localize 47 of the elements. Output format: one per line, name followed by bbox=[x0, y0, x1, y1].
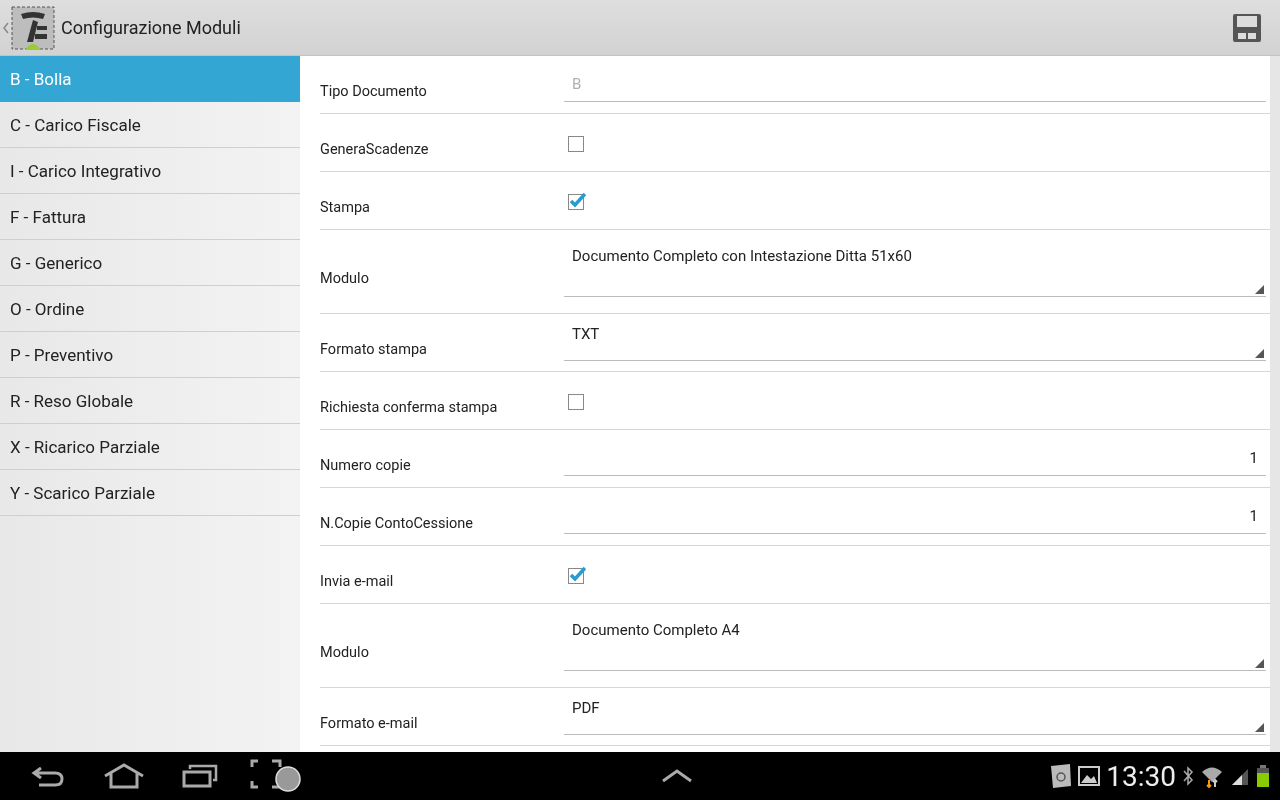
setting-label: Stampa bbox=[320, 198, 371, 216]
setting-label: Richiesta conferma stampa bbox=[320, 398, 499, 416]
module-list-item[interactable]: Y - Scarico Parziale bbox=[0, 470, 300, 516]
bluetooth-icon bbox=[1182, 766, 1194, 786]
setting-label: Formato e-mail bbox=[320, 714, 419, 732]
setting-label: Modulo bbox=[320, 269, 370, 287]
battery-icon bbox=[1256, 764, 1270, 788]
checkbox[interactable] bbox=[568, 133, 586, 152]
dropdown-field[interactable]: Documento Completo con Intestazione Ditta 51x60 bbox=[564, 246, 1266, 297]
module-list-item[interactable]: F - Fattura bbox=[0, 194, 300, 240]
checkbox[interactable] bbox=[568, 391, 586, 410]
module-list-item[interactable]: O - Ordine bbox=[0, 286, 300, 332]
clock: 13:30 bbox=[1106, 759, 1176, 793]
dropdown-triangle-icon bbox=[1255, 284, 1264, 294]
setting-label: Invia e-mail bbox=[320, 572, 395, 590]
module-list-item[interactable]: R - Reso Globale bbox=[0, 378, 300, 424]
setting-label: Tipo Documento bbox=[320, 82, 428, 100]
number-field[interactable]: 1 bbox=[564, 499, 1266, 534]
dropdown-triangle-icon bbox=[1255, 348, 1264, 358]
number-field[interactable]: 1 bbox=[564, 441, 1266, 476]
setting-label: Modulo bbox=[320, 643, 370, 661]
chevron-up-icon[interactable] bbox=[661, 769, 694, 783]
setting-label: N.Copie ContoCessione bbox=[320, 514, 474, 532]
dropdown-field[interactable]: PDF bbox=[564, 698, 1266, 735]
module-list-item[interactable]: G - Generico bbox=[0, 240, 300, 286]
image-icon bbox=[1078, 766, 1101, 786]
screen-title: Configurazione Moduli bbox=[61, 17, 242, 38]
checkbox[interactable] bbox=[568, 565, 586, 584]
dropdown-triangle-icon bbox=[1255, 658, 1264, 668]
back-icon[interactable] bbox=[31, 764, 65, 788]
module-list-item[interactable]: C - Carico Fiscale bbox=[0, 102, 300, 148]
app-logo-icon[interactable] bbox=[11, 5, 55, 50]
module-list-item[interactable]: X - Ricarico Parziale bbox=[0, 424, 300, 470]
screenshot-icon[interactable] bbox=[250, 759, 302, 793]
dropdown-field[interactable]: Documento Completo A4 bbox=[564, 620, 1266, 671]
setting-label: Formato stampa bbox=[320, 340, 428, 358]
module-list-item[interactable]: P - Preventivo bbox=[0, 332, 300, 378]
setting-label: Numero copie bbox=[320, 456, 412, 474]
module-list-item[interactable]: I - Carico Integrativo bbox=[0, 148, 300, 194]
setting-label: GeneraScadenze bbox=[320, 140, 430, 158]
home-icon[interactable] bbox=[103, 763, 145, 789]
dropdown-field[interactable]: TXT bbox=[564, 324, 1266, 361]
dropdown-triangle-icon bbox=[1255, 722, 1264, 732]
checkbox[interactable] bbox=[568, 191, 586, 210]
recent-apps-icon[interactable] bbox=[182, 764, 218, 788]
save-icon[interactable] bbox=[1232, 12, 1262, 43]
ftp-notification-icon bbox=[1050, 763, 1073, 789]
